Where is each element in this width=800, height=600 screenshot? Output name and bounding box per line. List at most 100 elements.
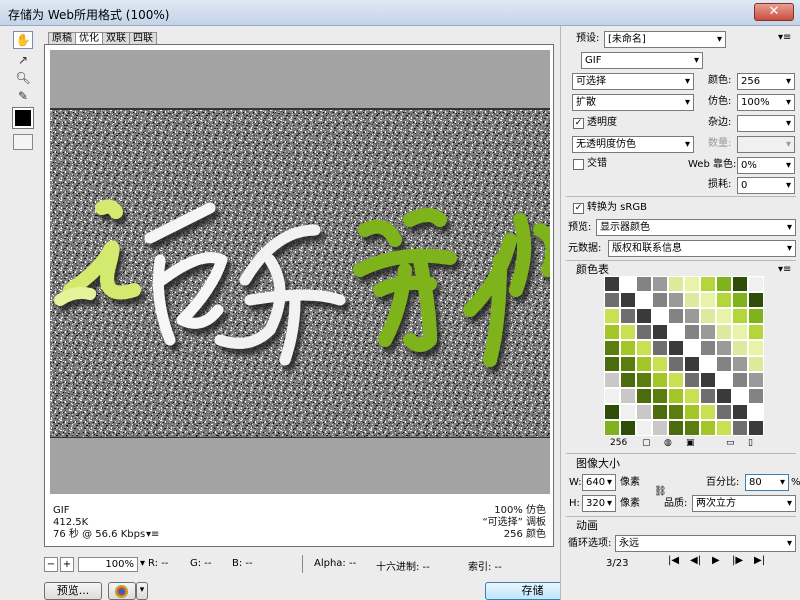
hand-tool-icon[interactable]: ✋	[13, 31, 33, 49]
color-table-swatch[interactable]	[620, 388, 636, 404]
color-table-swatch[interactable]	[636, 404, 652, 420]
color-table-swatch[interactable]	[604, 324, 620, 340]
color-table-swatch[interactable]	[716, 404, 732, 420]
quality-select[interactable]: 两次立方	[692, 495, 796, 512]
color-table-swatch[interactable]	[636, 276, 652, 292]
color-table-swatch[interactable]	[700, 404, 716, 420]
interlace-checkbox[interactable]	[573, 159, 584, 170]
color-table-grid[interactable]	[604, 276, 764, 436]
color-table-swatch[interactable]	[732, 356, 748, 372]
color-table-swatch[interactable]	[652, 324, 668, 340]
color-table-swatch[interactable]	[604, 276, 620, 292]
color-table-swatch[interactable]	[652, 388, 668, 404]
color-table-swatch[interactable]	[732, 276, 748, 292]
color-table-swatch[interactable]	[748, 324, 764, 340]
metadata-select[interactable]: 版权和联系信息	[608, 240, 796, 257]
color-table-swatch[interactable]	[652, 292, 668, 308]
color-table-swatch[interactable]	[668, 324, 684, 340]
color-table-swatch[interactable]	[652, 356, 668, 372]
color-table-swatch[interactable]	[684, 340, 700, 356]
preset-select[interactable]: [未命名]	[604, 31, 726, 48]
color-table-swatch[interactable]	[652, 340, 668, 356]
color-table-swatch[interactable]	[652, 372, 668, 388]
color-table-swatch[interactable]	[604, 420, 620, 436]
color-table-swatch[interactable]	[716, 420, 732, 436]
color-table-swatch[interactable]	[604, 292, 620, 308]
color-table-swatch[interactable]	[636, 292, 652, 308]
zoom-in-button[interactable]: +	[60, 557, 74, 572]
color-table-swatch[interactable]	[732, 388, 748, 404]
color-table-swatch[interactable]	[748, 340, 764, 356]
play-icon[interactable]: ▶	[712, 555, 720, 566]
color-table-swatch[interactable]	[620, 404, 636, 420]
color-table-swatch[interactable]	[620, 276, 636, 292]
close-button[interactable]: ✕	[754, 3, 794, 21]
slice-select-tool-icon[interactable]: ↗	[13, 51, 33, 69]
color-table-swatch[interactable]	[636, 372, 652, 388]
color-table-swatch[interactable]	[716, 324, 732, 340]
color-table-swatch[interactable]	[668, 404, 684, 420]
color-table-swatch[interactable]	[700, 420, 716, 436]
color-table-swatch[interactable]	[604, 404, 620, 420]
browser-dropdown-icon[interactable]: ▾	[136, 582, 148, 600]
color-table-menu-icon[interactable]: ▾≡	[778, 263, 791, 277]
browser-preview-button[interactable]	[108, 582, 136, 600]
width-input[interactable]: 640	[582, 474, 616, 491]
color-table-swatch[interactable]	[636, 356, 652, 372]
color-table-swatch[interactable]	[636, 324, 652, 340]
color-table-swatch[interactable]	[652, 404, 668, 420]
convert-srgb-checkbox[interactable]: ✓	[573, 203, 584, 214]
color-table-swatch[interactable]	[668, 276, 684, 292]
next-frame-icon[interactable]: |▶	[732, 555, 743, 566]
color-table-swatch[interactable]	[620, 372, 636, 388]
prev-frame-icon[interactable]: ◀|	[690, 555, 701, 566]
color-table-swatch[interactable]	[716, 292, 732, 308]
color-table-swatch[interactable]	[700, 388, 716, 404]
color-table-swatch[interactable]	[684, 404, 700, 420]
lock-color-icon[interactable]: ▣	[686, 438, 695, 448]
color-table-swatch[interactable]	[636, 420, 652, 436]
color-table-swatch[interactable]	[716, 356, 732, 372]
color-table-swatch[interactable]	[732, 324, 748, 340]
color-table-swatch[interactable]	[620, 308, 636, 324]
eyedropper-tool-icon[interactable]: ✎	[13, 87, 33, 105]
color-table-swatch[interactable]	[668, 372, 684, 388]
web-shift-icon[interactable]: ◍	[664, 438, 672, 448]
color-table-swatch[interactable]	[748, 420, 764, 436]
new-color-icon[interactable]: ▭	[726, 438, 735, 448]
color-table-swatch[interactable]	[668, 292, 684, 308]
dither-amount-select[interactable]: 100%	[737, 94, 795, 111]
color-table-swatch[interactable]	[748, 292, 764, 308]
color-table-swatch[interactable]	[684, 388, 700, 404]
color-table-swatch[interactable]	[748, 388, 764, 404]
color-table-swatch[interactable]	[716, 340, 732, 356]
color-table-swatch[interactable]	[604, 340, 620, 356]
transparency-dither-select[interactable]: 无透明度仿色	[572, 136, 694, 153]
color-table-swatch[interactable]	[716, 372, 732, 388]
color-table-swatch[interactable]	[732, 292, 748, 308]
color-table-swatch[interactable]	[700, 308, 716, 324]
color-table-swatch[interactable]	[684, 276, 700, 292]
color-table-swatch[interactable]	[668, 356, 684, 372]
zoom-level-select[interactable]: 100%	[78, 557, 138, 572]
color-table-swatch[interactable]	[748, 372, 764, 388]
first-frame-icon[interactable]: |◀	[668, 555, 679, 566]
color-table-swatch[interactable]	[732, 420, 748, 436]
websnap-select[interactable]: 0%	[737, 157, 795, 174]
color-table-swatch[interactable]	[668, 388, 684, 404]
panel-menu-icon[interactable]: ▾≡	[778, 31, 791, 45]
color-table-swatch[interactable]	[700, 276, 716, 292]
lossy-select[interactable]: 0	[737, 177, 795, 194]
zoom-dropdown-icon[interactable]: ▾	[140, 558, 145, 569]
download-speed-menu-icon[interactable]: ▾≡	[146, 529, 159, 541]
loop-select[interactable]: 永远	[615, 535, 796, 552]
color-table-swatch[interactable]	[604, 372, 620, 388]
optimized-image[interactable]	[50, 108, 550, 438]
color-table-swatch[interactable]	[748, 356, 764, 372]
color-table-swatch[interactable]	[748, 276, 764, 292]
color-table-swatch[interactable]	[732, 372, 748, 388]
color-table-swatch[interactable]	[604, 388, 620, 404]
color-table-swatch[interactable]	[636, 388, 652, 404]
preview-button[interactable]: 预览...	[44, 582, 102, 600]
dither-algorithm-select[interactable]: 扩散	[572, 94, 694, 111]
